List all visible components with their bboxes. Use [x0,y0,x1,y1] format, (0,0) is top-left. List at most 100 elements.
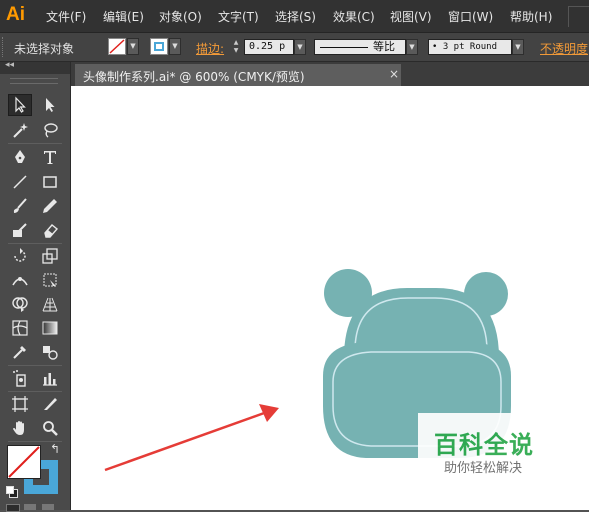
menu-edit[interactable]: 编辑(E) [103,8,144,25]
menu-view[interactable]: 视图(V) [390,8,432,25]
paintbrush-icon [13,198,27,213]
menu-window[interactable]: 窗口(W) [448,8,493,25]
default-colors-icon[interactable] [6,486,18,498]
selection-status: 未选择对象 [14,42,75,56]
stroke-weight-field[interactable]: 0.25 p [244,39,294,55]
eyedropper-tool[interactable] [8,341,32,363]
profile-line-icon [320,47,368,48]
hand-tool[interactable] [8,417,32,439]
type-t-icon [44,151,56,164]
symbol-sprayer-icon [13,370,26,387]
symbol-sprayer-tool[interactable] [8,367,32,389]
document-tab-title: 头像制作系列.ai* @ 600% (CMYK/预览) [83,70,305,84]
pen-tool[interactable] [8,146,32,168]
menu-select[interactable]: 选择(S) [275,8,316,25]
drawing-modes-row [6,504,64,512]
document-tab[interactable]: 头像制作系列.ai* @ 600% (CMYK/预览) × [75,64,401,86]
blob-brush-icon [13,223,27,237]
rotate-tool[interactable] [8,245,32,267]
tools-panel-header: ◂◂ [0,60,70,74]
blend-tool[interactable] [38,341,62,363]
stroke-weight-dropdown[interactable]: ▼ [294,39,306,55]
pencil-icon [43,199,57,213]
eraser-tool[interactable] [38,219,62,241]
gradient-button[interactable] [24,504,36,510]
free-transform-icon [43,273,57,287]
width-icon [12,277,28,286]
collapse-icon[interactable]: ◂◂ [5,60,14,70]
fill-swatch[interactable] [108,38,126,55]
variable-width-profile[interactable]: 等比 [314,39,406,55]
zoom-tool[interactable] [38,417,62,439]
menu-object[interactable]: 对象(O) [159,8,202,25]
pen-nib-icon [15,150,25,163]
control-bar-grip[interactable] [2,37,6,57]
rectangle-tool[interactable] [38,171,62,193]
pencil-tool[interactable] [38,195,62,217]
magic-wand-icon [13,123,28,138]
direct-selection-tool[interactable] [38,94,62,116]
tool-separator [8,243,62,244]
width-tool[interactable] [8,269,32,291]
brush-dropdown[interactable]: ▼ [512,39,524,55]
brush-definition[interactable]: • 3 pt Round [428,39,512,55]
direct-selection-icon [46,98,55,112]
document-tab-bar: 头像制作系列.ai* @ 600% (CMYK/预览) × [71,62,589,86]
app-logo: Ai [6,4,25,25]
type-tool[interactable] [38,146,62,168]
tools-panel-grip[interactable] [10,78,58,84]
selection-tool[interactable] [8,94,32,116]
shape-builder-icon [12,297,28,312]
perspective-grid-tool[interactable] [38,293,62,315]
red-arrow-annotation [104,404,279,472]
gradient-tool[interactable] [38,317,62,339]
close-icon[interactable]: × [389,67,399,81]
none-fill-icon [109,39,125,54]
lasso-tool[interactable] [38,119,62,141]
column-graph-tool[interactable] [38,367,62,389]
menu-effect[interactable]: 效果(C) [333,8,375,25]
watermark: 百科全说 助你轻松解决 [418,413,568,476]
stroke-dropdown[interactable]: ▼ [169,38,181,55]
menu-bar: Ai 文件(F) 编辑(E) 对象(O) 文字(T) 选择(S) 效果(C) 视… [0,0,589,33]
stroke-spinner[interactable]: ▲ ▼ [231,39,241,55]
opacity-label[interactable]: 不透明度 [540,40,588,57]
watermark-title: 百科全说 [434,431,534,459]
profile-dropdown[interactable]: ▼ [406,39,418,55]
column-graph-icon [43,373,57,386]
rotate-icon [14,248,26,262]
color-button[interactable] [6,504,20,512]
slice-knife-icon [44,398,57,410]
shape-builder-tool[interactable] [8,293,32,315]
control-bar: 未选择对象 ▼ ▼ 描边: ▲ ▼ 0.25 p ▼ 等比 ▼ • 3 pt Ro… [0,33,589,62]
artboard-canvas[interactable]: 百科全说 助你轻松解决 [71,86,589,510]
slice-tool[interactable] [38,393,62,415]
stroke-square-icon [154,42,164,51]
gradient-icon [42,321,58,335]
fill-color-box[interactable] [7,445,41,479]
menu-help[interactable]: 帮助(H) [510,8,552,25]
swap-colors-icon[interactable]: ↰ [50,442,60,456]
magic-wand-tool[interactable] [8,119,32,141]
tool-separator [8,365,62,366]
fill-dropdown[interactable]: ▼ [127,38,139,55]
free-transform-tool[interactable] [38,269,62,291]
none-color-icon [8,446,40,478]
scale-tool[interactable] [38,245,62,267]
watermark-subtitle: 助你轻松解决 [444,461,523,476]
artboard-tool[interactable] [8,393,32,415]
eyedropper-icon [13,346,26,359]
stroke-swatch[interactable] [150,38,168,55]
blob-brush-tool[interactable] [8,219,32,241]
stroke-label[interactable]: 描边: [196,40,224,57]
menu-file[interactable]: 文件(F) [46,8,86,25]
paintbrush-tool[interactable] [8,195,32,217]
none-button[interactable] [42,504,54,510]
bridge-button[interactable] [568,6,589,27]
mesh-tool[interactable] [8,317,32,339]
hand-icon [13,421,24,435]
tool-separator [8,143,62,144]
tools-panel: ◂◂ ↰ [0,60,71,512]
line-segment-tool[interactable] [8,171,32,193]
menu-type[interactable]: 文字(T) [218,8,259,25]
